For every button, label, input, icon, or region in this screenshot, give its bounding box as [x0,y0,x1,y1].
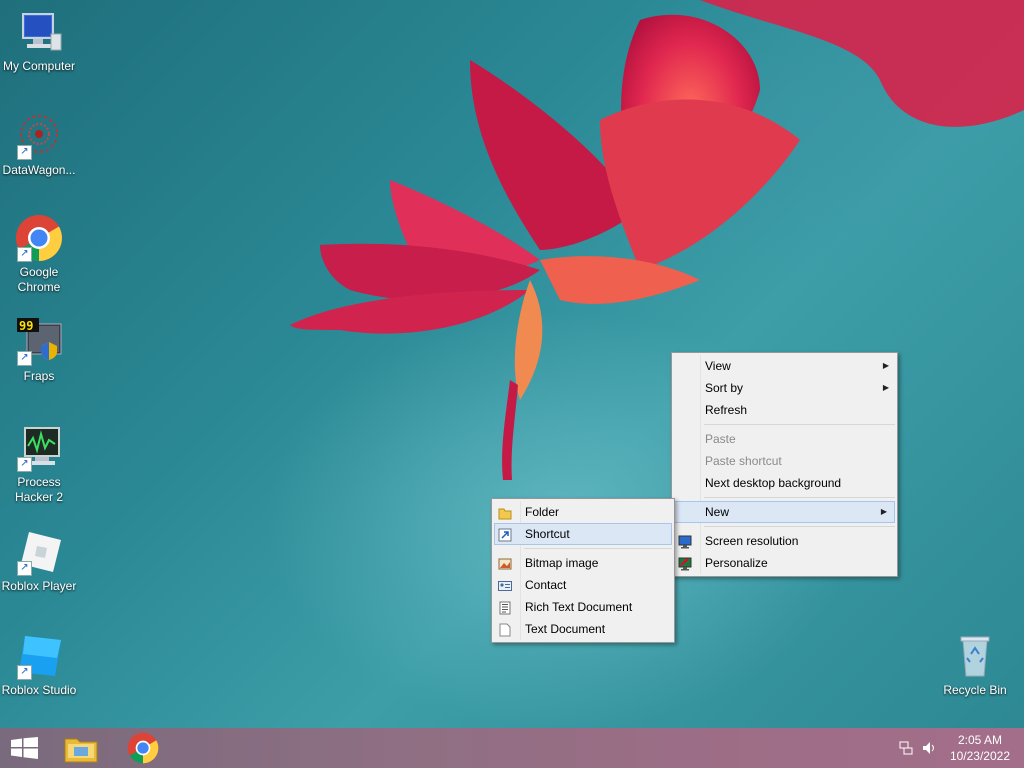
menu-separator [704,526,895,527]
shortcut-arrow-icon: ↗ [17,561,32,576]
menu-item-label: Screen resolution [705,534,799,548]
menu-item-label: Paste shortcut [705,454,782,468]
display-icon [678,534,692,549]
menu-item-refresh[interactable]: Refresh [672,399,897,421]
personalize-icon [678,556,692,571]
desktop-icon-roblox-studio[interactable]: ↗ Roblox Studio [0,632,78,698]
submenu-arrow-icon: ▶ [882,383,889,392]
menu-item-label: Bitmap image [525,556,599,570]
menu-item-label: Shortcut [525,527,570,541]
desktop-icon-label: Recycle Bin [943,683,1007,697]
chrome-icon: ↗ [15,214,63,262]
desktop-icon-label: DataWagon... [2,163,76,177]
start-button[interactable] [0,728,58,768]
menu-separator [704,424,895,425]
menu-item-paste-shortcut[interactable]: Paste shortcut [672,450,897,472]
desktop-context-menu: View ▶ Sort by ▶ Refresh Paste Paste sho… [671,352,898,577]
desktop-icon-google-chrome[interactable]: ↗ Google Chrome [0,214,78,295]
menu-separator [524,548,672,549]
menu-item-label: View [705,359,731,373]
menu-item-personalize[interactable]: Personalize [672,552,897,574]
volume-icon[interactable] [921,740,937,759]
desktop-icon-process-hacker[interactable]: ↗ Process Hacker 2 [0,424,78,505]
menu-item-label: Sort by [705,381,744,395]
submenu-item-text-document[interactable]: Text Document [492,618,674,640]
process-hacker-icon: ↗ [15,424,63,472]
shortcut-arrow-icon: ↗ [17,247,32,262]
chrome-icon [127,732,159,767]
svg-text:99: 99 [19,319,33,333]
folder-icon [498,505,512,520]
submenu-item-shortcut[interactable]: Shortcut [494,523,672,545]
fraps-icon: 99 ↗ [15,318,63,366]
menu-item-label: Text Document [525,622,606,636]
shortcut-arrow-icon: ↗ [17,665,32,680]
menu-item-label: Rich Text Document [525,600,633,614]
desktop-icon-label: My Computer [2,59,76,73]
menu-item-new[interactable]: New ▶ [674,501,895,523]
file-explorer-icon [64,733,98,766]
desktop-icon-roblox-player[interactable]: ↗ Roblox Player [0,528,78,594]
bitmap-icon [498,556,512,570]
menu-item-sort-by[interactable]: Sort by ▶ [672,377,897,399]
menu-item-label: Paste [705,432,736,446]
menu-item-screen-resolution[interactable]: Screen resolution [672,530,897,552]
recycle-bin-icon [951,632,999,680]
submenu-item-bitmap-image[interactable]: Bitmap image [492,552,674,574]
taskbar: 2:05 AM 10/23/2022 [0,728,1024,768]
start-icon [11,737,39,762]
desktop-icon-label: Roblox Studio [1,683,77,697]
submenu-item-rich-text-document[interactable]: Rich Text Document [492,596,674,618]
new-submenu: Folder Shortcut Bitmap image Contact Ric… [491,498,675,643]
taskbar-chrome[interactable] [114,728,172,768]
shortcut-arrow-icon: ↗ [17,351,32,366]
desktop-icon-label: Fraps [23,369,55,383]
menu-item-label: Refresh [705,403,748,417]
submenu-arrow-icon: ▶ [880,507,887,516]
desktop-icon-label: Roblox Player [1,579,77,593]
roblox-studio-icon: ↗ [15,632,63,680]
desktop-icon-my-computer[interactable]: My Computer [0,8,78,74]
shortcut-icon [498,527,512,542]
clock-date: 10/23/2022 [949,749,1010,763]
menu-item-label: Folder [525,505,560,519]
menu-item-label: New [705,505,730,519]
computer-icon [15,8,63,56]
shortcut-arrow-icon: ↗ [17,457,32,472]
menu-item-label: Personalize [705,556,768,570]
shortcut-arrow-icon: ↗ [17,145,32,160]
clock-time: 2:05 AM [957,733,1002,747]
menu-item-label: Next desktop background [705,476,842,490]
network-icon[interactable] [898,740,914,759]
submenu-item-contact[interactable]: Contact [492,574,674,596]
taskbar-clock[interactable]: 2:05 AM 10/23/2022 [950,732,1010,764]
text-document-icon [498,622,512,637]
taskbar-file-explorer[interactable] [52,728,110,768]
menu-item-view[interactable]: View ▶ [672,355,897,377]
menu-item-next-desktop-background[interactable]: Next desktop background [672,472,897,494]
submenu-item-folder[interactable]: Folder [492,501,674,523]
datawagon-icon: ↗ [15,112,63,160]
menu-item-label: Contact [525,578,567,592]
desktop-icon-datawagon[interactable]: ↗ DataWagon... [0,112,78,178]
contact-icon [498,578,512,592]
roblox-player-icon: ↗ [15,528,63,576]
desktop-icon-recycle-bin[interactable]: Recycle Bin [936,632,1014,698]
desktop-icon-fraps[interactable]: 99 ↗ Fraps [0,318,78,384]
menu-item-paste[interactable]: Paste [672,428,897,450]
menu-separator [704,497,895,498]
rtf-icon [498,600,512,615]
desktop-icon-label: Process Hacker 2 [14,475,64,504]
submenu-arrow-icon: ▶ [882,361,889,370]
desktop-icon-label: Google Chrome [17,265,61,294]
